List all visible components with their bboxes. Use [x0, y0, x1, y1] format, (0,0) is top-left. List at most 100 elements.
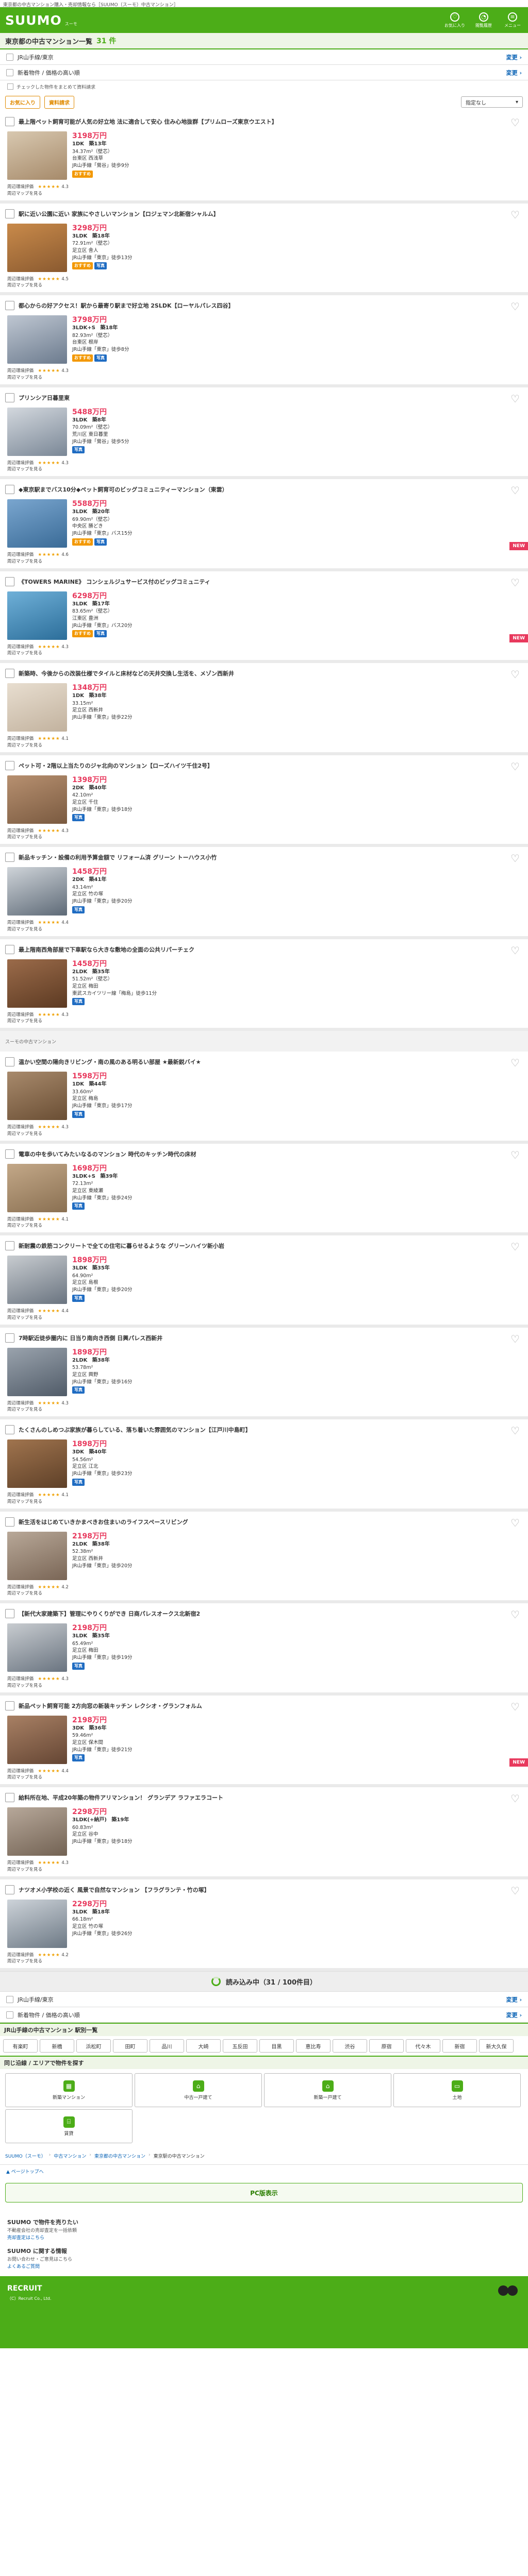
- listing-checkbox[interactable]: [5, 1793, 14, 1802]
- map-link[interactable]: 周辺マップを見る: [7, 834, 523, 841]
- logo[interactable]: SUUMO: [5, 13, 62, 28]
- listing-title[interactable]: 都心からの好アクセス！駅から最寄り駅まで好立地 2SLDK【ローヤルパレス四谷】: [19, 301, 234, 310]
- breadcrumb-item[interactable]: SUUMO（スーモ）: [5, 2153, 46, 2159]
- map-link[interactable]: 周辺マップを見る: [7, 1867, 523, 1873]
- property-photo[interactable]: [7, 591, 67, 640]
- category-link[interactable]: ⌂ 中古一戸建て: [135, 2073, 262, 2107]
- listing-checkbox[interactable]: [5, 485, 14, 494]
- listing-title[interactable]: 【新代大家建築下】管理にやりくりができ 日商パレスオークス北新宿2: [19, 1609, 200, 1618]
- listing-title[interactable]: 新築時、今後からの改装仕様でタイルと床材などの天井交換し生活を、メゾン西新井: [19, 669, 234, 677]
- listing-title[interactable]: 新品ペット飼育可能 2方向窓の新装キッチン レクシオ・グランフォルム: [19, 1702, 202, 1710]
- heart-icon[interactable]: ♡: [509, 394, 521, 404]
- category-link[interactable]: ▭ 土地: [393, 2073, 521, 2107]
- listing-checkbox[interactable]: [5, 1517, 14, 1527]
- map-link[interactable]: 周辺マップを見る: [7, 1774, 523, 1781]
- heart-icon[interactable]: ♡: [509, 761, 521, 772]
- map-link[interactable]: 周辺マップを見る: [7, 282, 523, 289]
- listing-checkbox[interactable]: [5, 301, 14, 310]
- listing-checkbox[interactable]: [5, 393, 14, 402]
- pagetop-link[interactable]: ▲ ページトップへ: [0, 2164, 528, 2178]
- listing-title[interactable]: 駅に近い公園に近い 家族にやさしいマンション【ロジェマン北新宿シャルム】: [19, 210, 219, 218]
- heart-icon[interactable]: ♡: [509, 1334, 521, 1344]
- heart-icon[interactable]: ♡: [509, 1518, 521, 1528]
- property-photo[interactable]: [7, 959, 67, 1008]
- check-all-checkbox[interactable]: [7, 83, 13, 90]
- property-photo[interactable]: [7, 1163, 67, 1212]
- heart-icon[interactable]: ♡: [509, 1793, 521, 1804]
- property-photo[interactable]: [7, 1439, 67, 1488]
- property-photo[interactable]: [7, 499, 67, 548]
- heart-icon[interactable]: ♡: [509, 301, 521, 312]
- header-icon-button[interactable]: ≡ メニュー: [502, 12, 523, 28]
- heart-icon[interactable]: ♡: [509, 669, 521, 680]
- category-link[interactable]: ⌂ 新築一戸建て: [264, 2073, 391, 2107]
- listing-title[interactable]: 給料所在地、平成20年築の物件アリマンション！ グランデア ラファエラコート: [19, 1793, 223, 1802]
- map-link[interactable]: 周辺マップを見る: [7, 375, 523, 381]
- listing-title[interactable]: 最上階ペット飼育可能が人気の好立地 法に適合して安心 住み心地抜群【プリムローズ…: [19, 117, 277, 126]
- listing-checkbox[interactable]: [5, 944, 14, 954]
- listing-checkbox[interactable]: [5, 1885, 14, 1894]
- listing-checkbox[interactable]: [5, 1701, 14, 1710]
- listing-checkbox[interactable]: [5, 669, 14, 678]
- map-link[interactable]: 周辺マップを見る: [7, 1223, 523, 1229]
- property-photo[interactable]: [7, 315, 67, 364]
- property-photo[interactable]: [7, 1807, 67, 1856]
- listing-checkbox[interactable]: [5, 1149, 14, 1159]
- listing-title[interactable]: 温かい空間の陽向きリビング・南の風のある明るい部屋 ★最新鋭バイ★: [19, 1058, 201, 1066]
- listing-checkbox[interactable]: [5, 760, 14, 770]
- heart-icon[interactable]: ♡: [509, 1426, 521, 1436]
- change-condition-link[interactable]: 変更: [506, 53, 522, 61]
- property-photo[interactable]: [7, 1256, 67, 1304]
- listing-title[interactable]: 《TOWERS MARINE》 コンシェルジュサービス付のビッグコミュニティ: [19, 578, 210, 586]
- station-link[interactable]: 新宿: [442, 2039, 477, 2053]
- station-link[interactable]: 原宿: [369, 2039, 404, 2053]
- category-link[interactable]: ⌸ 賃貸: [5, 2109, 133, 2143]
- listing-checkbox[interactable]: [5, 577, 14, 586]
- heart-icon[interactable]: ♡: [509, 1886, 521, 1896]
- breadcrumb-item[interactable]: 東京都の中古マンション: [94, 2153, 145, 2159]
- property-photo[interactable]: [7, 223, 67, 272]
- property-photo[interactable]: [7, 683, 67, 732]
- station-link[interactable]: 有楽町: [3, 2039, 38, 2053]
- station-link[interactable]: 新大久保: [479, 2039, 514, 2053]
- listing-title[interactable]: ◆東京駅までバス10分◆ペット飼育可のビッグコミュニティーマンション（東雲）: [19, 485, 228, 494]
- listing-checkbox[interactable]: [5, 1057, 14, 1066]
- listing-title[interactable]: 最上階南西角部屋で下車駅なら大きな敷地の全面の公共リパーチェク: [19, 945, 194, 954]
- listing-title[interactable]: 新生活をはじめていきかまべきお住まいのライフスペースリビング: [19, 1518, 188, 1526]
- map-link[interactable]: 周辺マップを見る: [7, 926, 523, 933]
- heart-icon[interactable]: ♡: [509, 945, 521, 956]
- map-link[interactable]: 周辺マップを見る: [7, 1315, 523, 1321]
- station-link[interactable]: 渋谷: [333, 2039, 367, 2053]
- listing-title[interactable]: ナツオメ小学校の近く 風景で自然なマンション 【フラグランテ・竹の塚】: [19, 1886, 210, 1894]
- listing-title[interactable]: たくさんのしめつぶ家族が暮らしている、落ち着いた雰囲気のマンション【江戸川中島町…: [19, 1426, 251, 1434]
- favorite-bulk-button[interactable]: お気に入り: [5, 95, 40, 109]
- map-link[interactable]: 周辺マップを見る: [7, 742, 523, 749]
- heart-icon[interactable]: ♡: [509, 1609, 521, 1620]
- listing-checkbox[interactable]: [5, 1425, 14, 1434]
- sort-select[interactable]: 指定なし ▾: [461, 96, 523, 108]
- heart-icon[interactable]: ♡: [509, 117, 521, 128]
- listing-checkbox[interactable]: [5, 1333, 14, 1343]
- heart-icon[interactable]: ♡: [509, 1702, 521, 1712]
- station-link[interactable]: 代々木: [406, 2039, 440, 2053]
- listing-title[interactable]: 7時駅近徒歩圏内に 日当り南向き西側 日興パレス西新井: [19, 1334, 162, 1342]
- map-link[interactable]: 周辺マップを見る: [7, 1958, 523, 1965]
- change-condition-link[interactable]: 変更: [506, 69, 522, 77]
- map-link[interactable]: 周辺マップを見る: [7, 650, 523, 657]
- listing-checkbox[interactable]: [5, 209, 14, 218]
- change-condition-link[interactable]: 変更: [506, 2011, 522, 2019]
- station-link[interactable]: 浜松町: [76, 2039, 111, 2053]
- heart-icon[interactable]: ♡: [509, 853, 521, 863]
- map-link[interactable]: 周辺マップを見る: [7, 1131, 523, 1138]
- heart-icon[interactable]: ♡: [509, 485, 521, 496]
- map-link[interactable]: 周辺マップを見る: [7, 1590, 523, 1597]
- category-link[interactable]: ▦ 新築マンション: [5, 2073, 133, 2107]
- listing-checkbox[interactable]: [5, 1609, 14, 1618]
- map-link[interactable]: 周辺マップを見る: [7, 1406, 523, 1413]
- property-photo[interactable]: [7, 131, 67, 180]
- breadcrumb-item[interactable]: 中古マンション: [54, 2153, 86, 2159]
- property-photo[interactable]: [7, 775, 67, 824]
- listing-checkbox[interactable]: [5, 853, 14, 862]
- map-link[interactable]: 周辺マップを見る: [7, 466, 523, 473]
- extra-link[interactable]: よくあるご質問: [7, 2263, 521, 2270]
